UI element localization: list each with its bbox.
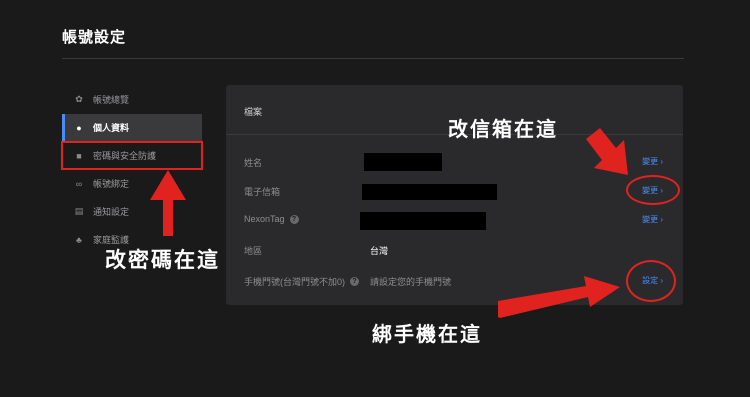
email-arrow [586, 128, 628, 175]
password-arrow [150, 170, 186, 236]
password-callout: 改密碼在這 [105, 249, 220, 272]
phone-callout: 綁手機在這 [372, 324, 482, 346]
phone-arrow [498, 276, 620, 318]
email-callout: 改信箱在這 [448, 119, 558, 141]
